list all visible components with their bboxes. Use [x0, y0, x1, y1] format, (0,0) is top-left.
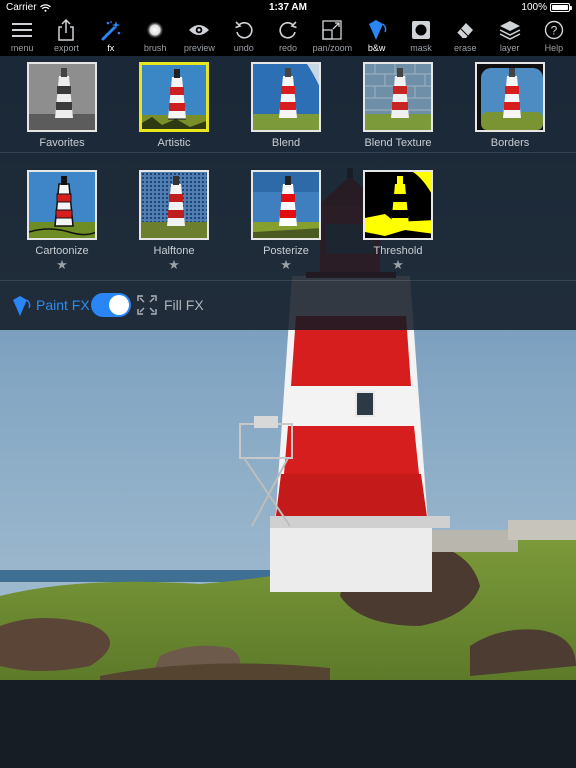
brush-icon	[146, 21, 165, 39]
fx-thumbnail-threshold	[363, 170, 433, 240]
toolbar-label: b&w	[367, 43, 386, 53]
toolbar-export-button[interactable]: export	[44, 16, 88, 56]
layers-icon	[499, 21, 520, 40]
fill-fx-label[interactable]: Fill FX	[164, 297, 204, 313]
fx-label: Threshold	[373, 245, 423, 257]
toolbar-label: redo	[279, 43, 298, 53]
fx-category-posterize[interactable]: Posterize ★	[230, 170, 342, 271]
divider	[0, 152, 576, 153]
help-icon: ?	[544, 20, 564, 40]
undo-icon	[234, 21, 253, 39]
fx-label: Posterize	[263, 245, 309, 257]
fx-thumbnail-posterize	[251, 170, 321, 240]
toolbar-undo-button[interactable]: undo	[222, 16, 266, 56]
toolbar-label: mask	[410, 43, 432, 53]
toolbar-brush-button[interactable]: brush	[133, 16, 177, 56]
fx-label: Halftone	[153, 245, 195, 257]
toolbar-label: pan/zoom	[312, 43, 353, 53]
fx-panel: Favorites Artistic Blend Blend Texture B…	[0, 56, 576, 330]
fx-category-halftone[interactable]: Halftone ★	[118, 170, 230, 271]
paint-fx-label[interactable]: Paint FX	[36, 297, 90, 313]
toolbar-help-button[interactable]: ? Help	[532, 16, 576, 56]
toolbar-label: export	[53, 43, 79, 53]
fx-thumbnail-blend	[251, 62, 321, 132]
eye-icon	[189, 25, 210, 35]
fx-thumbnail-favorites	[27, 62, 97, 132]
premium-star-icon: ★	[280, 257, 292, 272]
clock: 1:37 AM	[269, 2, 307, 13]
toolbar: menu export fx brush preview undo redo p…	[0, 16, 576, 56]
toolbar-label: fx	[107, 43, 115, 53]
toolbar-layer-button[interactable]: layer	[487, 16, 531, 56]
fx-label: Artistic	[157, 137, 191, 149]
fx-label: Cartoonize	[35, 245, 89, 257]
fx-label: Favorites	[39, 137, 85, 149]
toolbar-label: Help	[544, 43, 564, 53]
fx-category-favorites[interactable]: Favorites	[6, 62, 118, 149]
toolbar-redo-button[interactable]: redo	[266, 16, 310, 56]
toolbar-label: undo	[233, 43, 254, 53]
fx-category-artistic[interactable]: Artistic	[118, 62, 230, 149]
toolbar-pan-zoom-button[interactable]: pan/zoom	[310, 16, 354, 56]
fx-category-cartoonize[interactable]: Cartoonize ★	[6, 170, 118, 271]
bucket-icon[interactable]	[10, 295, 32, 317]
paint-fx-bar: Paint FX Fill FX	[0, 280, 576, 330]
fx-category-blend[interactable]: Blend	[230, 62, 342, 149]
export-icon	[58, 19, 75, 41]
fx-thumbnail-blend-texture	[363, 62, 433, 132]
bottom-canvas-area	[0, 680, 576, 768]
fx-thumbnail-borders	[475, 62, 545, 132]
battery-percent: 100%	[521, 2, 547, 13]
fx-category-borders[interactable]: Borders	[454, 62, 566, 149]
fx-category-threshold[interactable]: Threshold ★	[342, 170, 454, 271]
premium-star-icon: ★	[168, 257, 180, 272]
paint-fx-toggle[interactable]	[91, 293, 131, 317]
toolbar-fx-button[interactable]: fx	[89, 16, 133, 56]
battery-icon	[550, 3, 572, 12]
bucket-icon	[368, 20, 387, 40]
toolbar-label: layer	[499, 43, 520, 53]
svg-text:?: ?	[551, 24, 558, 38]
battery-status: 100%	[521, 2, 572, 13]
magic-wand-icon	[101, 21, 121, 41]
fx-label: Borders	[490, 137, 530, 149]
toolbar-label: erase	[454, 43, 477, 53]
toggle-knob	[109, 295, 129, 315]
pan-zoom-icon	[322, 20, 342, 40]
toolbar-label: brush	[143, 43, 167, 53]
eraser-icon	[456, 23, 474, 39]
fx-category-blend-texture[interactable]: Blend Texture	[342, 62, 454, 149]
fx-label: Blend	[271, 137, 301, 149]
expand-icon[interactable]	[137, 295, 157, 315]
toolbar-menu-button[interactable]: menu	[0, 16, 44, 56]
toolbar-mask-button[interactable]: mask	[399, 16, 443, 56]
status-bar: Carrier 1:37 AM 100%	[0, 0, 576, 16]
premium-star-icon: ★	[392, 257, 404, 272]
menu-icon	[12, 23, 33, 37]
fx-thumbnail-cartoonize	[27, 170, 97, 240]
premium-star-icon: ★	[56, 257, 68, 272]
toolbar-label: preview	[183, 43, 215, 53]
toolbar-label: menu	[10, 43, 34, 53]
toolbar-preview-button[interactable]: preview	[177, 16, 221, 56]
fx-thumbnail-halftone	[139, 170, 209, 240]
mask-icon	[411, 21, 430, 39]
fx-thumbnail-artistic	[139, 62, 209, 132]
toolbar-bw-button[interactable]: b&w	[355, 16, 399, 56]
app-root: Carrier 1:37 AM 100% menu export fx brus…	[0, 0, 576, 768]
fx-label: Blend Texture	[364, 137, 432, 149]
redo-icon	[279, 21, 297, 39]
toolbar-erase-button[interactable]: erase	[443, 16, 487, 56]
